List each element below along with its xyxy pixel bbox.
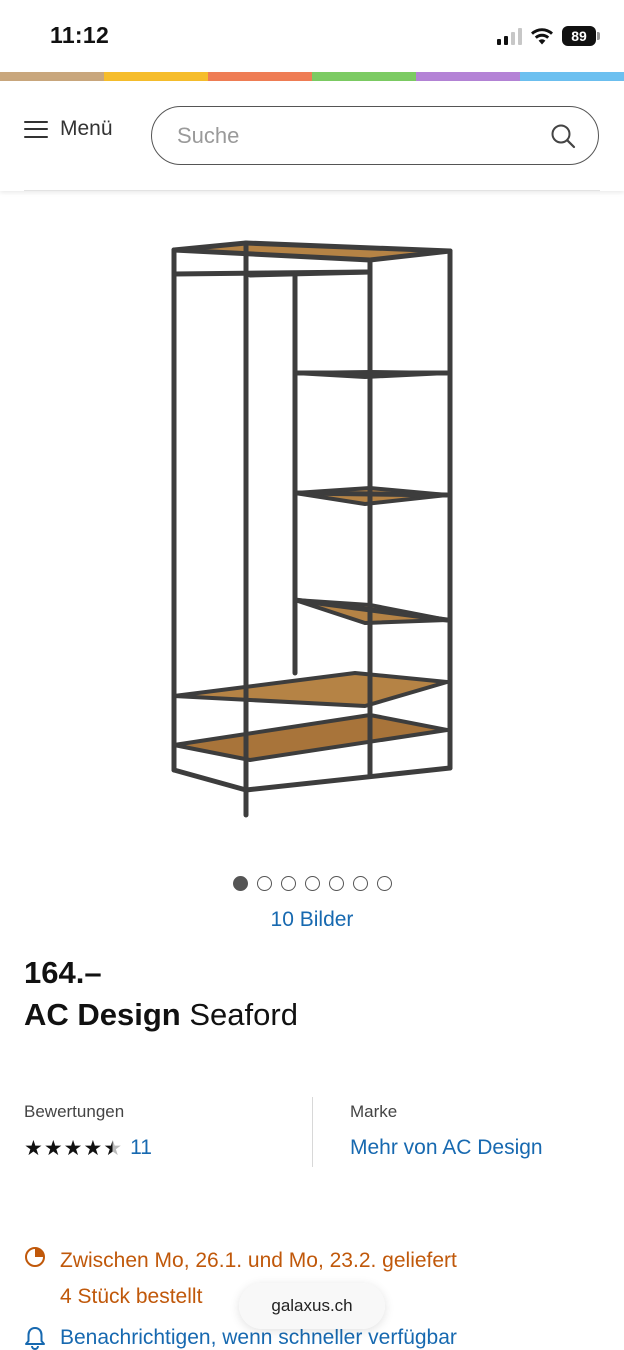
status-time: 11:12: [50, 22, 110, 48]
product-image[interactable]: [160, 230, 470, 830]
more-from-brand-link[interactable]: Mehr von AC Design: [350, 1136, 543, 1160]
all-images-link[interactable]: 10 Bilder: [0, 908, 624, 932]
star-icon: ★: [43, 1136, 63, 1160]
strip-segment: [520, 72, 624, 81]
search-bar[interactable]: [151, 106, 599, 165]
strip-segment: [208, 72, 312, 81]
reviews-label: Bewertungen: [24, 1102, 125, 1121]
product-name: Seaford: [189, 997, 298, 1032]
battery-level: 89: [562, 26, 596, 46]
hamburger-icon: [24, 120, 48, 138]
product-title: AC Design Seaford: [24, 997, 298, 1033]
reviews-section: Bewertungen ★ ★ ★ ★ ★ 11: [24, 1102, 152, 1160]
delivery-window: Zwischen Mo, 26.1. und Mo, 23.2. geliefe…: [60, 1249, 457, 1272]
brand-label: Marke: [350, 1102, 398, 1121]
rating-row[interactable]: ★ ★ ★ ★ ★ 11: [24, 1136, 152, 1160]
star-rating: ★ ★ ★ ★ ★: [24, 1138, 122, 1159]
carousel-dot-5[interactable]: [328, 876, 344, 891]
menu-label: Menü: [60, 117, 113, 140]
star-icon: ★: [24, 1136, 43, 1160]
strip-segment: [104, 72, 208, 81]
half-star-icon: ★: [103, 1136, 123, 1160]
carousel-dot-7[interactable]: [376, 876, 392, 891]
search-input[interactable]: [177, 122, 550, 149]
header-divider: [24, 190, 600, 191]
star-icon: ★: [63, 1136, 83, 1160]
notify-button[interactable]: Benachrichtigen, wenn schneller verfügba…: [24, 1326, 457, 1350]
carousel-dot-4[interactable]: [304, 876, 320, 891]
battery-icon: 89: [562, 26, 600, 46]
product-price: 164.–: [24, 955, 102, 990]
brand-color-strip: [0, 72, 624, 81]
signal-icon: [497, 27, 522, 45]
brand-section: Marke Mehr von AC Design: [350, 1102, 543, 1160]
bell-icon: [25, 1327, 45, 1350]
delivery-clock-icon: [25, 1247, 45, 1267]
search-icon[interactable]: [550, 123, 576, 149]
wifi-icon: [531, 28, 553, 45]
menu-button[interactable]: Menü: [24, 117, 113, 141]
carousel-dots: [0, 876, 624, 891]
strip-segment: [312, 72, 416, 81]
notify-label: Benachrichtigen, wenn schneller verfügba…: [60, 1326, 457, 1349]
carousel-dot-1[interactable]: [232, 876, 248, 891]
site-header: Menü: [0, 81, 624, 191]
status-bar: 11:12 89: [0, 0, 624, 72]
review-count-link[interactable]: 11: [130, 1136, 152, 1160]
status-indicators: 89: [497, 26, 600, 46]
strip-segment: [416, 72, 520, 81]
carousel-dot-6[interactable]: [352, 876, 368, 891]
browser-domain-pill[interactable]: galaxus.ch: [239, 1283, 385, 1329]
strip-segment: [0, 72, 104, 81]
star-icon: ★: [83, 1136, 103, 1160]
product-brand: AC Design: [24, 997, 181, 1032]
carousel-dot-3[interactable]: [280, 876, 296, 891]
info-divider: [312, 1097, 313, 1167]
carousel-dot-2[interactable]: [256, 876, 272, 891]
